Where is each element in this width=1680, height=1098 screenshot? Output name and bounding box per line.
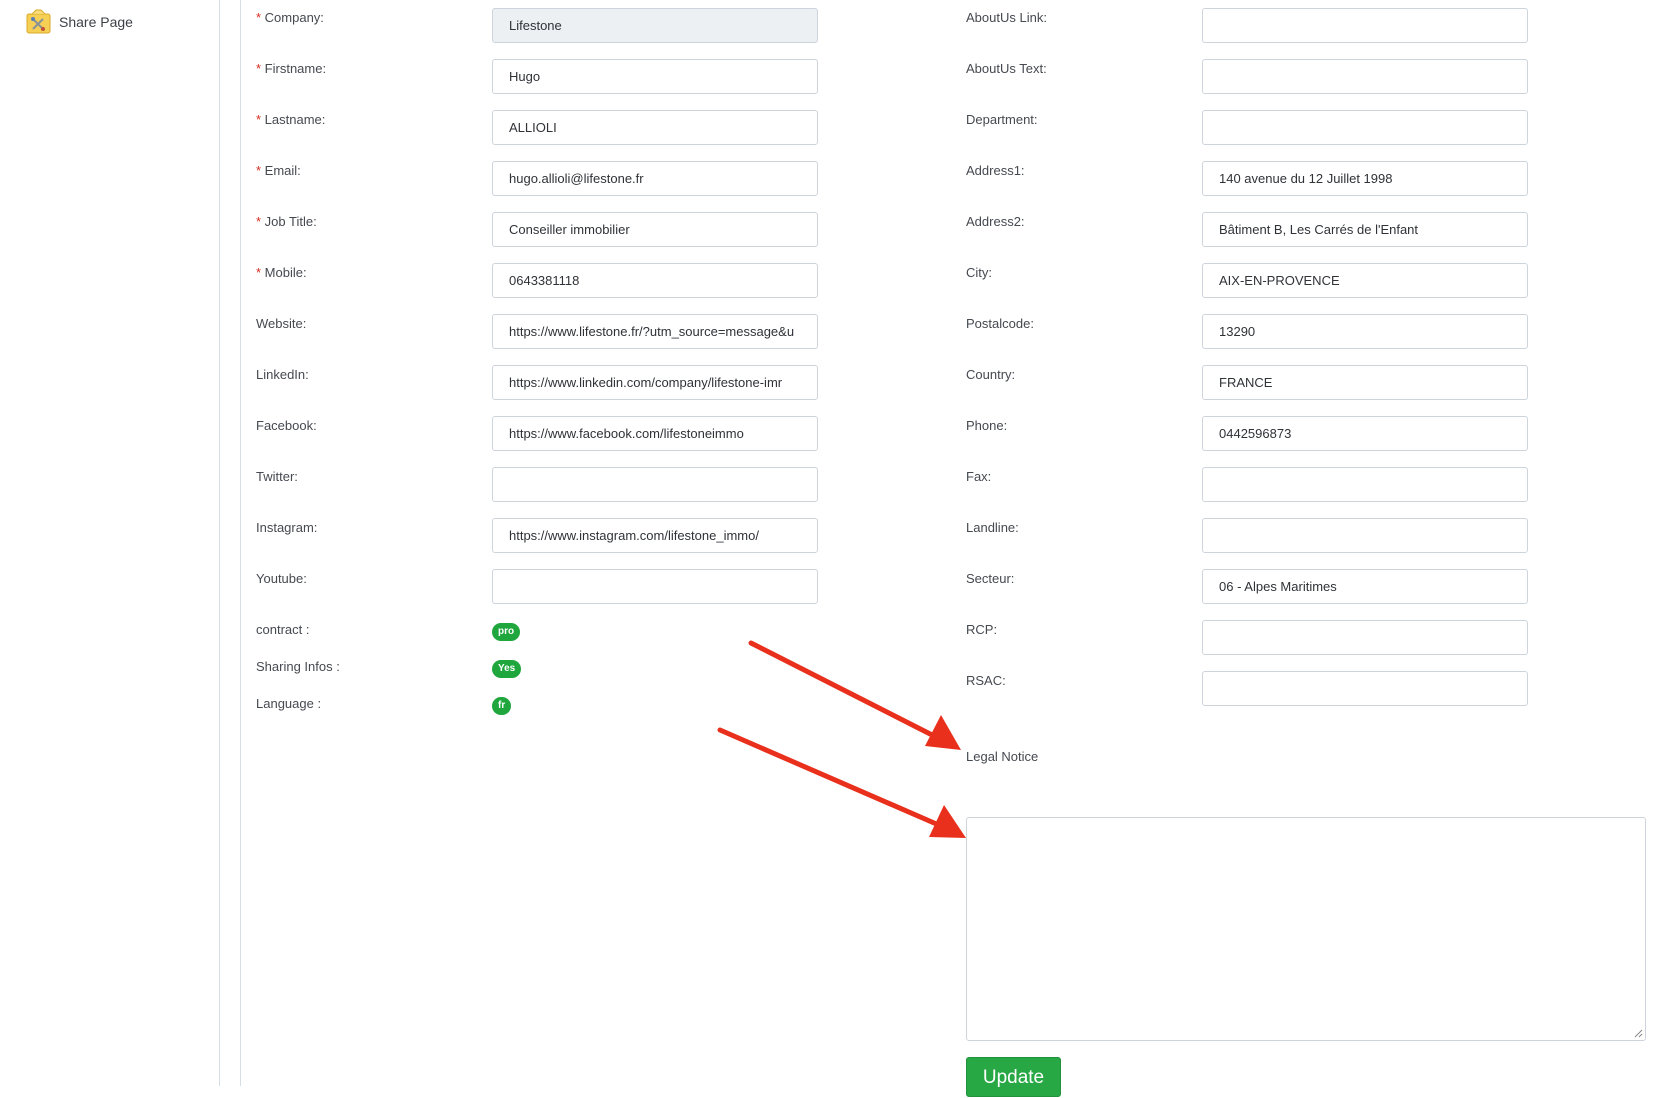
sidebar-item-share-page[interactable]: Share Page xyxy=(26,9,133,34)
text-input[interactable]: 06 - Alpes Maritimes xyxy=(1202,569,1528,604)
field-label: * Company: xyxy=(256,10,324,25)
text-input[interactable]: https://www.instagram.com/lifestone_immo… xyxy=(492,518,818,553)
field-label-text: RSAC: xyxy=(966,673,1006,688)
field-label-text: LinkedIn: xyxy=(256,367,309,382)
text-input[interactable]: AIX-EN-PROVENCE xyxy=(1202,263,1528,298)
text-input[interactable]: 0442596873 xyxy=(1202,416,1528,451)
field-label: RCP: xyxy=(966,622,997,637)
text-input[interactable] xyxy=(1202,467,1528,502)
text-input[interactable] xyxy=(1202,110,1528,145)
field-label: * Lastname: xyxy=(256,112,325,127)
text-input[interactable] xyxy=(1202,8,1528,43)
field-label-text: City: xyxy=(966,265,992,280)
text-input[interactable]: Conseiller immobilier xyxy=(492,212,818,247)
field-label-text: Facebook: xyxy=(256,418,317,433)
field-label: * Mobile: xyxy=(256,265,307,280)
text-input[interactable] xyxy=(1202,620,1528,655)
field-label-text: Country: xyxy=(966,367,1016,382)
legal-notice-label: Legal Notice xyxy=(966,749,1039,764)
field-label: AboutUs Link: xyxy=(966,10,1047,25)
text-input[interactable] xyxy=(1202,59,1528,94)
field-label: Department: xyxy=(966,112,1038,127)
status-badge: fr xyxy=(492,697,512,715)
field-label-text: Mobile: xyxy=(264,265,307,280)
text-input[interactable]: hugo.allioli@lifestone.fr xyxy=(492,161,818,196)
field-label: LinkedIn: xyxy=(256,367,309,382)
text-input[interactable]: 0643381118 xyxy=(492,263,818,298)
field-label-text: Instagram: xyxy=(256,520,318,535)
field-label-text: Firstname: xyxy=(264,61,327,76)
field-label-text: Landline: xyxy=(966,520,1019,535)
required-marker: * xyxy=(256,61,265,76)
field-label-text: RCP: xyxy=(966,622,998,637)
text-input[interactable]: https://www.facebook.com/lifestoneimmo xyxy=(492,416,818,451)
badge-label: contract : xyxy=(256,622,310,637)
field-label: Phone: xyxy=(966,418,1007,433)
text-input[interactable] xyxy=(492,467,818,502)
field-label-text: Twitter: xyxy=(256,469,298,484)
text-input[interactable] xyxy=(492,569,818,604)
text-input[interactable] xyxy=(1202,518,1528,553)
required-marker: * xyxy=(256,163,265,178)
text-input[interactable] xyxy=(1202,671,1528,706)
text-input[interactable]: Lifestone xyxy=(492,8,818,43)
field-label: Landline: xyxy=(966,520,1019,535)
field-label: City: xyxy=(966,265,992,280)
badge-label: Sharing Infos : xyxy=(256,659,340,674)
field-label: Twitter: xyxy=(256,469,298,484)
field-label-text: AboutUs Link: xyxy=(966,10,1047,25)
field-label-text: Department: xyxy=(966,112,1038,127)
field-label-text: AboutUs Text: xyxy=(966,61,1047,76)
field-label-text: Address2: xyxy=(966,214,1025,229)
field-label: Instagram: xyxy=(256,520,317,535)
field-label-text: Lastname: xyxy=(264,112,326,127)
text-input[interactable]: ALLIOLI xyxy=(492,110,818,145)
text-input[interactable]: Hugo xyxy=(492,59,818,94)
field-label: Secteur: xyxy=(966,571,1014,586)
resize-grip-icon[interactable] xyxy=(1634,1029,1643,1038)
field-label-text: Secteur: xyxy=(966,571,1015,586)
text-input[interactable]: https://www.linkedin.com/company/lifesto… xyxy=(492,365,818,400)
field-label: * Email: xyxy=(256,163,301,178)
status-badge: pro xyxy=(492,623,521,641)
sidebar: Share Page xyxy=(0,0,220,1086)
field-label-text: Fax: xyxy=(966,469,992,484)
field-label: * Job Title: xyxy=(256,214,317,229)
legal-notice-textarea[interactable] xyxy=(966,817,1646,1041)
required-marker: * xyxy=(256,112,265,127)
field-label-text: Address1: xyxy=(966,163,1025,178)
field-label: Postalcode: xyxy=(966,316,1034,331)
field-label-text: Email: xyxy=(264,163,301,178)
text-input[interactable]: Bâtiment B, Les Carrés de l'Enfant xyxy=(1202,212,1528,247)
field-label: Fax: xyxy=(966,469,991,484)
field-label-text: Company: xyxy=(264,10,324,25)
field-label-text: Website: xyxy=(256,316,307,331)
share-page-icon xyxy=(26,9,51,34)
update-button[interactable]: Update xyxy=(966,1057,1061,1097)
field-label-text: Postalcode: xyxy=(966,316,1034,331)
required-marker: * xyxy=(256,214,265,229)
field-label: Youtube: xyxy=(256,571,307,586)
field-label: AboutUs Text: xyxy=(966,61,1047,76)
field-label: Country: xyxy=(966,367,1015,382)
field-label: Address2: xyxy=(966,214,1025,229)
field-label-text: Job Title: xyxy=(264,214,317,229)
required-marker: * xyxy=(256,10,265,25)
text-input[interactable]: FRANCE xyxy=(1202,365,1528,400)
field-label: * Firstname: xyxy=(256,61,326,76)
text-input[interactable]: 13290 xyxy=(1202,314,1528,349)
required-marker: * xyxy=(256,265,265,280)
badge-label: Language : xyxy=(256,696,322,711)
sidebar-item-label: Share Page xyxy=(59,13,133,30)
status-badge: Yes xyxy=(492,660,522,678)
text-input[interactable]: https://www.lifestone.fr/?utm_source=mes… xyxy=(492,314,818,349)
field-label-text: Youtube: xyxy=(256,571,307,586)
field-label: Facebook: xyxy=(256,418,317,433)
field-label: RSAC: xyxy=(966,673,1006,688)
field-label: Address1: xyxy=(966,163,1025,178)
field-label-text: Phone: xyxy=(966,418,1008,433)
field-label: Website: xyxy=(256,316,306,331)
text-input[interactable]: 140 avenue du 12 Juillet 1998 xyxy=(1202,161,1528,196)
